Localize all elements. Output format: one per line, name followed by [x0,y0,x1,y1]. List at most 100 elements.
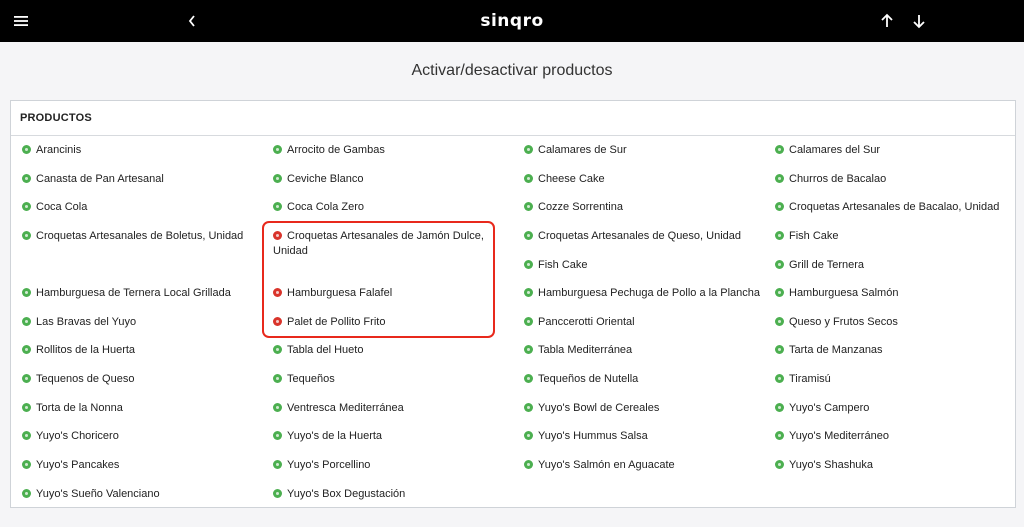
product-item[interactable]: Yuyo's Pancakes [22,458,262,473]
product-item[interactable]: Yuyo's de la Huerta [273,429,513,444]
product-label: Yuyo's Choricero [36,430,119,442]
status-active-icon [273,202,282,211]
status-active-icon [273,460,282,469]
back-button[interactable] [180,0,204,42]
product-item[interactable]: Ceviche Blanco [273,172,513,187]
product-label: Yuyo's Box Degustación [287,488,406,500]
product-item[interactable]: Calamares de Sur [524,143,764,158]
product-item[interactable]: Canasta de Pan Artesanal [22,172,262,187]
product-item[interactable]: Croquetas Artesanales de Boletus, Unidad [22,229,262,244]
product-item[interactable]: Calamares del Sur [775,143,1015,158]
status-active-icon [273,374,282,383]
arrow-down-icon [913,15,925,29]
status-active-icon [524,317,533,326]
product-item[interactable]: Croquetas Artesanales de Queso, Unidad [524,229,764,244]
product-label: Torta de la Nonna [36,402,123,414]
product-item[interactable]: Yuyo's Choricero [22,429,262,444]
product-label: Las Bravas del Yuyo [36,316,137,328]
app-logo: sinqro [480,11,544,31]
product-item[interactable]: Arrocito de Gambas [273,143,513,158]
product-item[interactable]: Grill de Ternera [775,258,1015,273]
product-label: Cheese Cake [538,173,605,185]
product-label: Churros de Bacalao [789,173,887,185]
product-label: Yuyo's Hummus Salsa [538,430,648,442]
product-label: Tabla del Hueto [287,344,364,356]
product-label: Arrocito de Gambas [287,144,385,156]
menu-button[interactable] [8,0,34,42]
product-item[interactable]: Yuyo's Porcellino [273,458,513,473]
status-active-icon [273,489,282,498]
product-item[interactable]: Panccerotti Oriental [524,315,764,330]
product-item[interactable]: Croquetas Artesanales de Jamón Dulce, Un… [273,229,513,259]
status-active-icon [273,403,282,412]
product-label: Croquetas Artesanales de Jamón Dulce, Un… [273,230,484,257]
product-item[interactable]: Tiramisú [775,372,1015,387]
status-active-icon [524,431,533,440]
status-active-icon [273,174,282,183]
product-item[interactable]: Ventresca Mediterránea [273,401,513,416]
status-active-icon [775,374,784,383]
product-label: Hamburguesa Pechuga de Pollo a la Planch… [538,287,760,299]
product-item[interactable]: Las Bravas del Yuyo [22,315,262,330]
product-item[interactable]: Rollitos de la Huerta [22,343,262,358]
status-active-icon [22,288,31,297]
product-label: Yuyo's de la Huerta [287,430,383,442]
scroll-down-button[interactable] [908,0,930,42]
top-bar: sinqro [0,0,1024,42]
product-item[interactable]: Yuyo's Bowl de Cereales [524,401,764,416]
product-label: Hamburguesa Salmón [789,287,899,299]
product-item[interactable]: Tabla del Hueto [273,343,513,358]
product-item[interactable]: Coca Cola [22,200,262,215]
product-item[interactable]: Torta de la Nonna [22,401,262,416]
product-item[interactable]: Hamburguesa de Ternera Local Grillada [22,286,262,301]
product-item[interactable]: Hamburguesa Falafel [273,286,513,301]
product-label: Yuyo's Campero [789,402,870,414]
status-active-icon [775,345,784,354]
product-item[interactable]: Yuyo's Hummus Salsa [524,429,764,444]
product-label: Croquetas Artesanales de Bacalao, Unidad [789,201,1000,213]
product-item[interactable]: Cozze Sorrentina [524,200,764,215]
product-item[interactable]: Hamburguesa Pechuga de Pollo a la Planch… [524,286,764,301]
product-label: Tabla Mediterránea [538,344,633,356]
product-item[interactable]: Coca Cola Zero [273,200,513,215]
status-active-icon [775,460,784,469]
product-item[interactable]: Yuyo's Shashuka [775,458,1015,473]
product-item[interactable]: Yuyo's Box Degustación [273,487,513,502]
product-item[interactable]: Fish Cake [524,258,764,273]
status-active-icon [775,403,784,412]
product-label: Croquetas Artesanales de Queso, Unidad [538,230,742,242]
status-active-icon [524,231,533,240]
product-label: Yuyo's Porcellino [287,459,371,471]
status-inactive-icon [273,317,282,326]
product-item[interactable]: Palet de Pollito Frito [273,315,513,330]
product-item[interactable]: Churros de Bacalao [775,172,1015,187]
product-item[interactable]: Hamburguesa Salmón [775,286,1015,301]
scroll-up-button[interactable] [876,0,898,42]
status-active-icon [22,460,31,469]
product-item[interactable]: Queso y Frutos Secos [775,315,1015,330]
status-active-icon [524,345,533,354]
status-active-icon [524,145,533,154]
product-label: Panccerotti Oriental [538,316,635,328]
product-label: Fish Cake [538,259,588,271]
status-active-icon [775,231,784,240]
product-item[interactable]: Tarta de Manzanas [775,343,1015,358]
product-label: Cozze Sorrentina [538,201,623,213]
product-item[interactable]: Tequeños [273,372,513,387]
product-item[interactable]: Yuyo's Salmón en Aguacate [524,458,764,473]
product-item[interactable]: Tabla Mediterránea [524,343,764,358]
product-label: Rollitos de la Huerta [36,344,136,356]
product-item[interactable]: Arancinis [22,143,262,158]
product-item[interactable]: Yuyo's Campero [775,401,1015,416]
product-label: Coca Cola [36,201,88,213]
product-item[interactable]: Cheese Cake [524,172,764,187]
page-title: Activar/desactivar productos [411,62,613,79]
product-item[interactable]: Tequeños de Nutella [524,372,764,387]
product-item[interactable]: Yuyo's Sueño Valenciano [22,487,262,502]
product-item[interactable]: Tequenos de Queso [22,372,262,387]
product-item[interactable]: Croquetas Artesanales de Bacalao, Unidad [775,200,1015,215]
product-item[interactable]: Yuyo's Mediterráneo [775,429,1015,444]
product-label: Yuyo's Bowl de Cereales [538,402,660,414]
product-item[interactable]: Fish Cake [775,229,1015,244]
chevron-left-icon [188,15,195,27]
